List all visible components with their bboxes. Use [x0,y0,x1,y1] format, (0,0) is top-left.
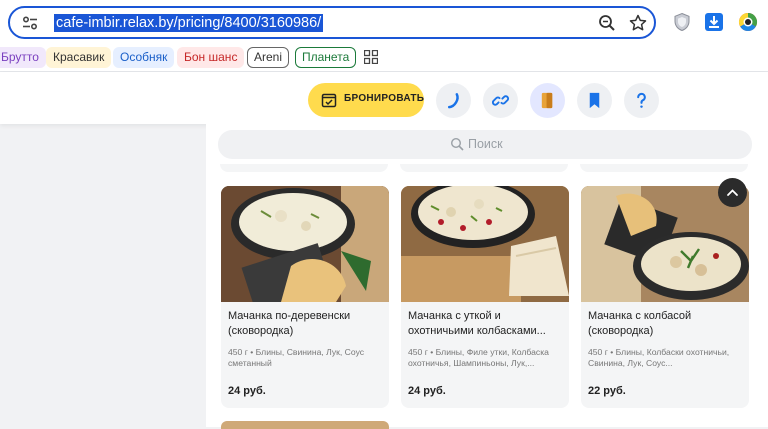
dish-name: Мачанка с уткой и охотничьими колбасками… [408,310,546,337]
previous-card-edge [580,164,748,172]
site-header: БРОНИРОВАТЬ [0,72,768,124]
bookmark-brutto[interactable]: Брутто [0,47,46,68]
scroll-to-top-button[interactable] [718,178,747,207]
next-card-edge [221,421,389,429]
dish-description: 450 г • Блины, Свинина, Лук, Соус сметан… [228,347,365,368]
bookmarks-bar: Брутто Красавик Особняк Бон шанс Areni П… [0,44,768,72]
bookmark-osobnyak[interactable]: Особняк [113,47,175,68]
phone-icon [447,93,459,109]
browser-toolbar: cafe-imbir.relax.by/pricing/8400/3160986… [0,0,768,44]
help-button[interactable] [624,83,659,118]
link-icon [491,95,510,106]
question-icon [637,92,646,108]
dish-name: Мачанка по-деревенски (сковородка) [228,310,351,337]
calendar-check-icon [321,93,337,108]
book-button-label: БРОНИРОВАТЬ [344,93,425,104]
bookmark-krasavik[interactable]: Красавик [46,47,112,68]
menu-button[interactable] [530,83,565,118]
bookmark-star-icon[interactable] [628,13,648,33]
dish-price: 24 руб. [408,385,446,397]
bookmark-icon [589,92,600,109]
dish-price: 22 руб. [588,385,626,397]
menu-content: Поиск Мачанка по-деревенски (сковородка)… [206,124,768,429]
dish-card[interactable]: Мачанка по-деревенски (сковородка) 450 г… [221,186,389,408]
dish-photo-image [221,186,389,302]
save-bookmark-button[interactable] [577,83,612,118]
dish-card[interactable]: Мачанка с колбасой (сковородка) 450 г • … [581,186,749,408]
previous-card-edge [220,164,388,172]
search-placeholder: Поиск [468,137,503,151]
download-icon[interactable] [704,12,724,32]
search-icon [450,137,464,151]
dish-name: Мачанка с колбасой (сковородка) [588,310,692,337]
dish-card[interactable]: Мачанка с уткой и охотничьими колбасками… [401,186,569,408]
address-bar[interactable]: cafe-imbir.relax.by/pricing/8400/3160986… [8,6,656,39]
bookmark-planeta[interactable]: Планета [295,47,357,68]
dish-photo-image [401,186,569,302]
phone-button[interactable] [436,83,471,118]
search-input[interactable]: Поиск [218,130,752,159]
previous-card-edge [400,164,568,172]
site-settings-icon[interactable] [22,16,38,30]
dish-description: 450 г • Блины, Филе утки, Колбаска охотн… [408,347,549,368]
menu-book-icon [541,92,553,109]
bookmark-areni[interactable]: Areni [247,47,290,68]
shield-extension-icon[interactable] [672,12,692,32]
zoom-icon[interactable] [598,14,616,32]
dish-description: 450 г • Блины, Колбаски охотничьи, Свини… [588,347,730,368]
chevron-up-icon [727,189,738,196]
dish-photo [221,186,389,302]
color-extension-icon[interactable] [738,12,758,32]
book-button[interactable]: БРОНИРОВАТЬ [308,83,424,117]
dish-price: 24 руб. [228,385,266,397]
url-text[interactable]: cafe-imbir.relax.by/pricing/8400/3160986… [54,14,324,32]
bookmark-bon-shans[interactable]: Бон шанс [177,47,245,68]
dish-photo [401,186,569,302]
share-link-button[interactable] [483,83,518,118]
apps-grid-icon[interactable] [364,50,378,64]
